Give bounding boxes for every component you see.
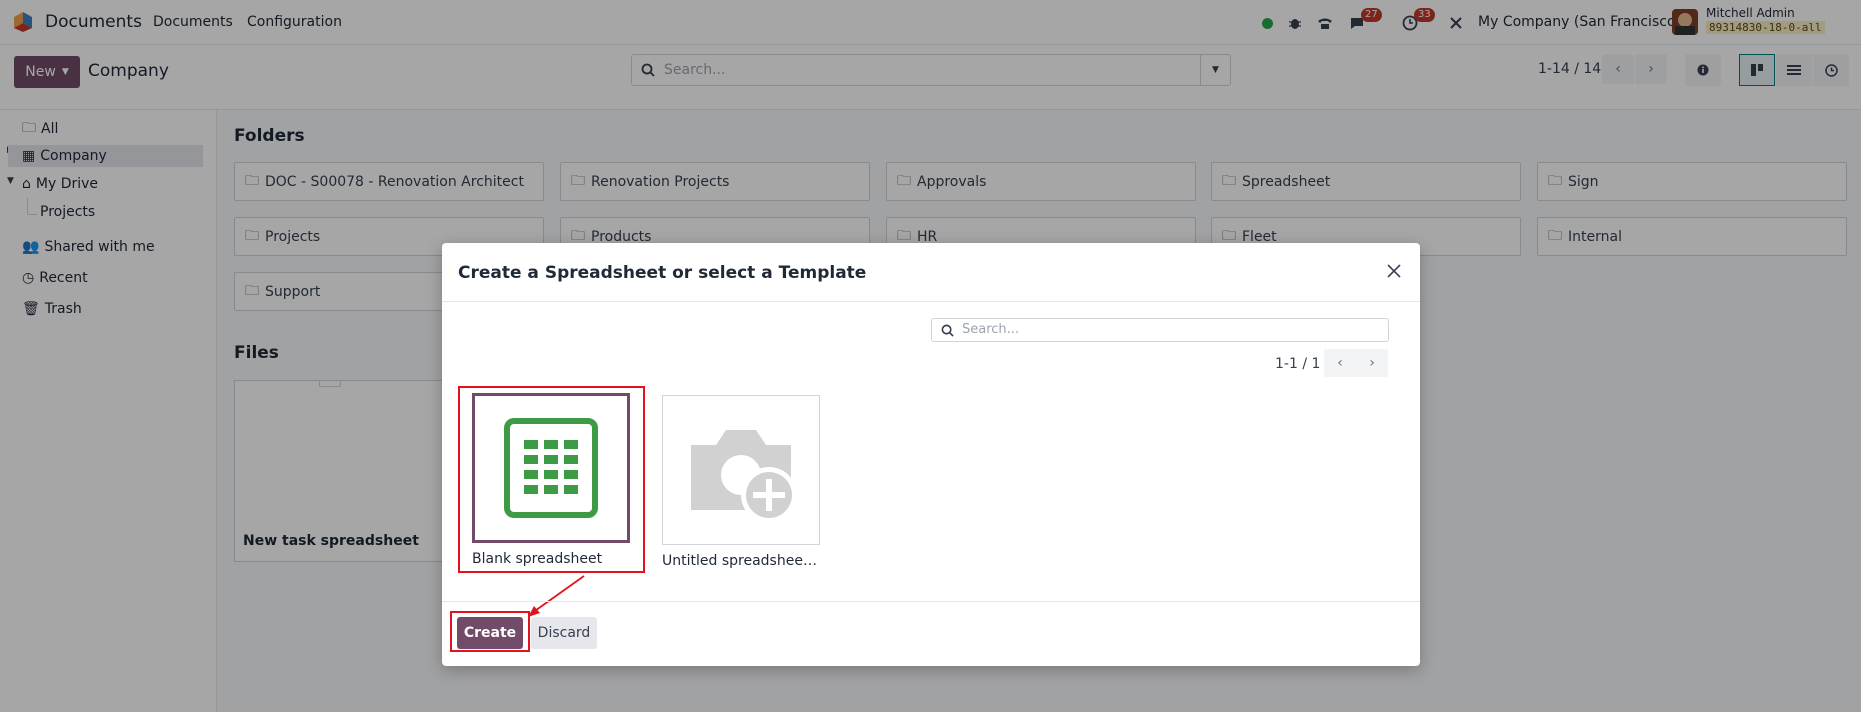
dialog-title: Create a Spreadsheet or select a Templat… bbox=[458, 263, 867, 283]
template-untitled-spreadsheet[interactable]: Untitled spreadsheet - ... bbox=[662, 395, 822, 569]
chevron-right-icon: › bbox=[1369, 355, 1375, 371]
divider bbox=[442, 601, 1420, 602]
spreadsheet-template-dialog: Create a Spreadsheet or select a Templat… bbox=[442, 243, 1420, 666]
add-photo-icon bbox=[691, 430, 797, 523]
discard-button[interactable]: Discard bbox=[531, 617, 597, 649]
search-placeholder: Search... bbox=[962, 322, 1020, 337]
template-pager-next[interactable]: › bbox=[1356, 349, 1388, 377]
create-button[interactable]: Create bbox=[457, 617, 523, 649]
template-pager: 1-1 / 1 bbox=[1275, 356, 1321, 372]
template-search-input[interactable]: Search... bbox=[931, 318, 1389, 342]
template-thumbnail bbox=[662, 395, 820, 545]
annotation-arrow bbox=[528, 575, 585, 617]
template-pager-previous[interactable]: ‹ bbox=[1324, 349, 1356, 377]
chevron-left-icon: ‹ bbox=[1337, 355, 1343, 371]
divider bbox=[442, 301, 1420, 302]
template-label: Untitled spreadsheet - ... bbox=[662, 553, 822, 569]
close-button[interactable] bbox=[1382, 259, 1406, 283]
search-icon bbox=[941, 324, 954, 337]
annotation-highlight bbox=[458, 386, 645, 573]
close-icon bbox=[1387, 264, 1401, 278]
